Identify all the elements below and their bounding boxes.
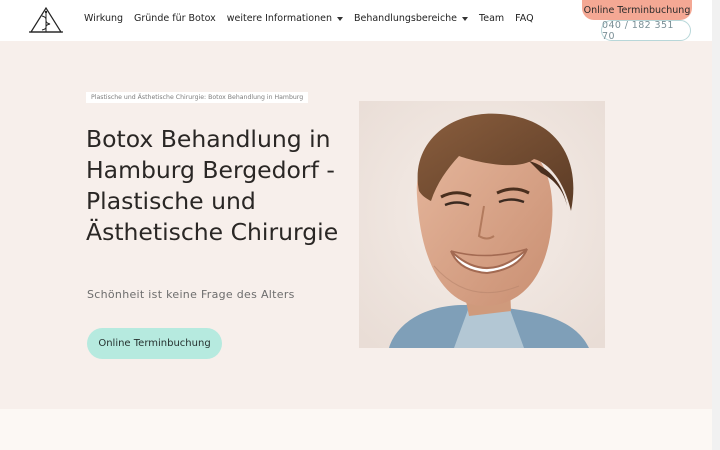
site-header: Wirkung Gründe für Botox weitere Informa… bbox=[0, 0, 712, 42]
nav-label: Wirkung bbox=[84, 13, 124, 24]
nav-item-faq[interactable]: FAQ bbox=[515, 13, 533, 24]
nav-label: FAQ bbox=[515, 13, 534, 24]
main-nav: Wirkung Gründe für Botox weitere Informa… bbox=[84, 13, 545, 24]
hero-portrait-image bbox=[359, 101, 605, 348]
nav-item-team[interactable]: Team bbox=[479, 13, 504, 24]
online-booking-button[interactable]: Online Terminbuchung bbox=[582, 0, 692, 20]
nav-label: weitere Informationen bbox=[226, 13, 332, 24]
hero-booking-button[interactable]: Online Terminbuchung bbox=[87, 328, 222, 359]
nav-item-weitere-informationen[interactable]: weitere Informationen bbox=[227, 13, 343, 24]
phone-button[interactable]: 040 / 182 351 70 bbox=[601, 20, 691, 42]
page-scrollbar[interactable] bbox=[712, 0, 720, 450]
nav-label: Team bbox=[479, 13, 505, 24]
chevron-down-icon bbox=[462, 17, 469, 21]
caduceus-logo-icon[interactable] bbox=[28, 6, 64, 34]
nav-label: Gründe für Botox bbox=[134, 13, 216, 24]
breadcrumb: Plastische und Ästhetische Chirurgie: Bo… bbox=[86, 92, 309, 103]
nav-label: Behandlungsbereiche bbox=[353, 13, 458, 24]
chevron-down-icon bbox=[336, 17, 343, 21]
nav-item-behandlungsbereiche[interactable]: Behandlungsbereiche bbox=[353, 13, 469, 24]
nav-item-gruende[interactable]: Gründe für Botox bbox=[134, 13, 216, 24]
smiling-man-portrait-icon bbox=[359, 101, 605, 348]
page-title: Botox Behandlung in Hamburg Bergedorf - … bbox=[86, 125, 339, 246]
next-section bbox=[0, 409, 712, 450]
nav-item-wirkung[interactable]: Wirkung bbox=[84, 13, 123, 24]
hero-subtitle: Schönheit ist keine Frage des Alters bbox=[87, 288, 295, 301]
